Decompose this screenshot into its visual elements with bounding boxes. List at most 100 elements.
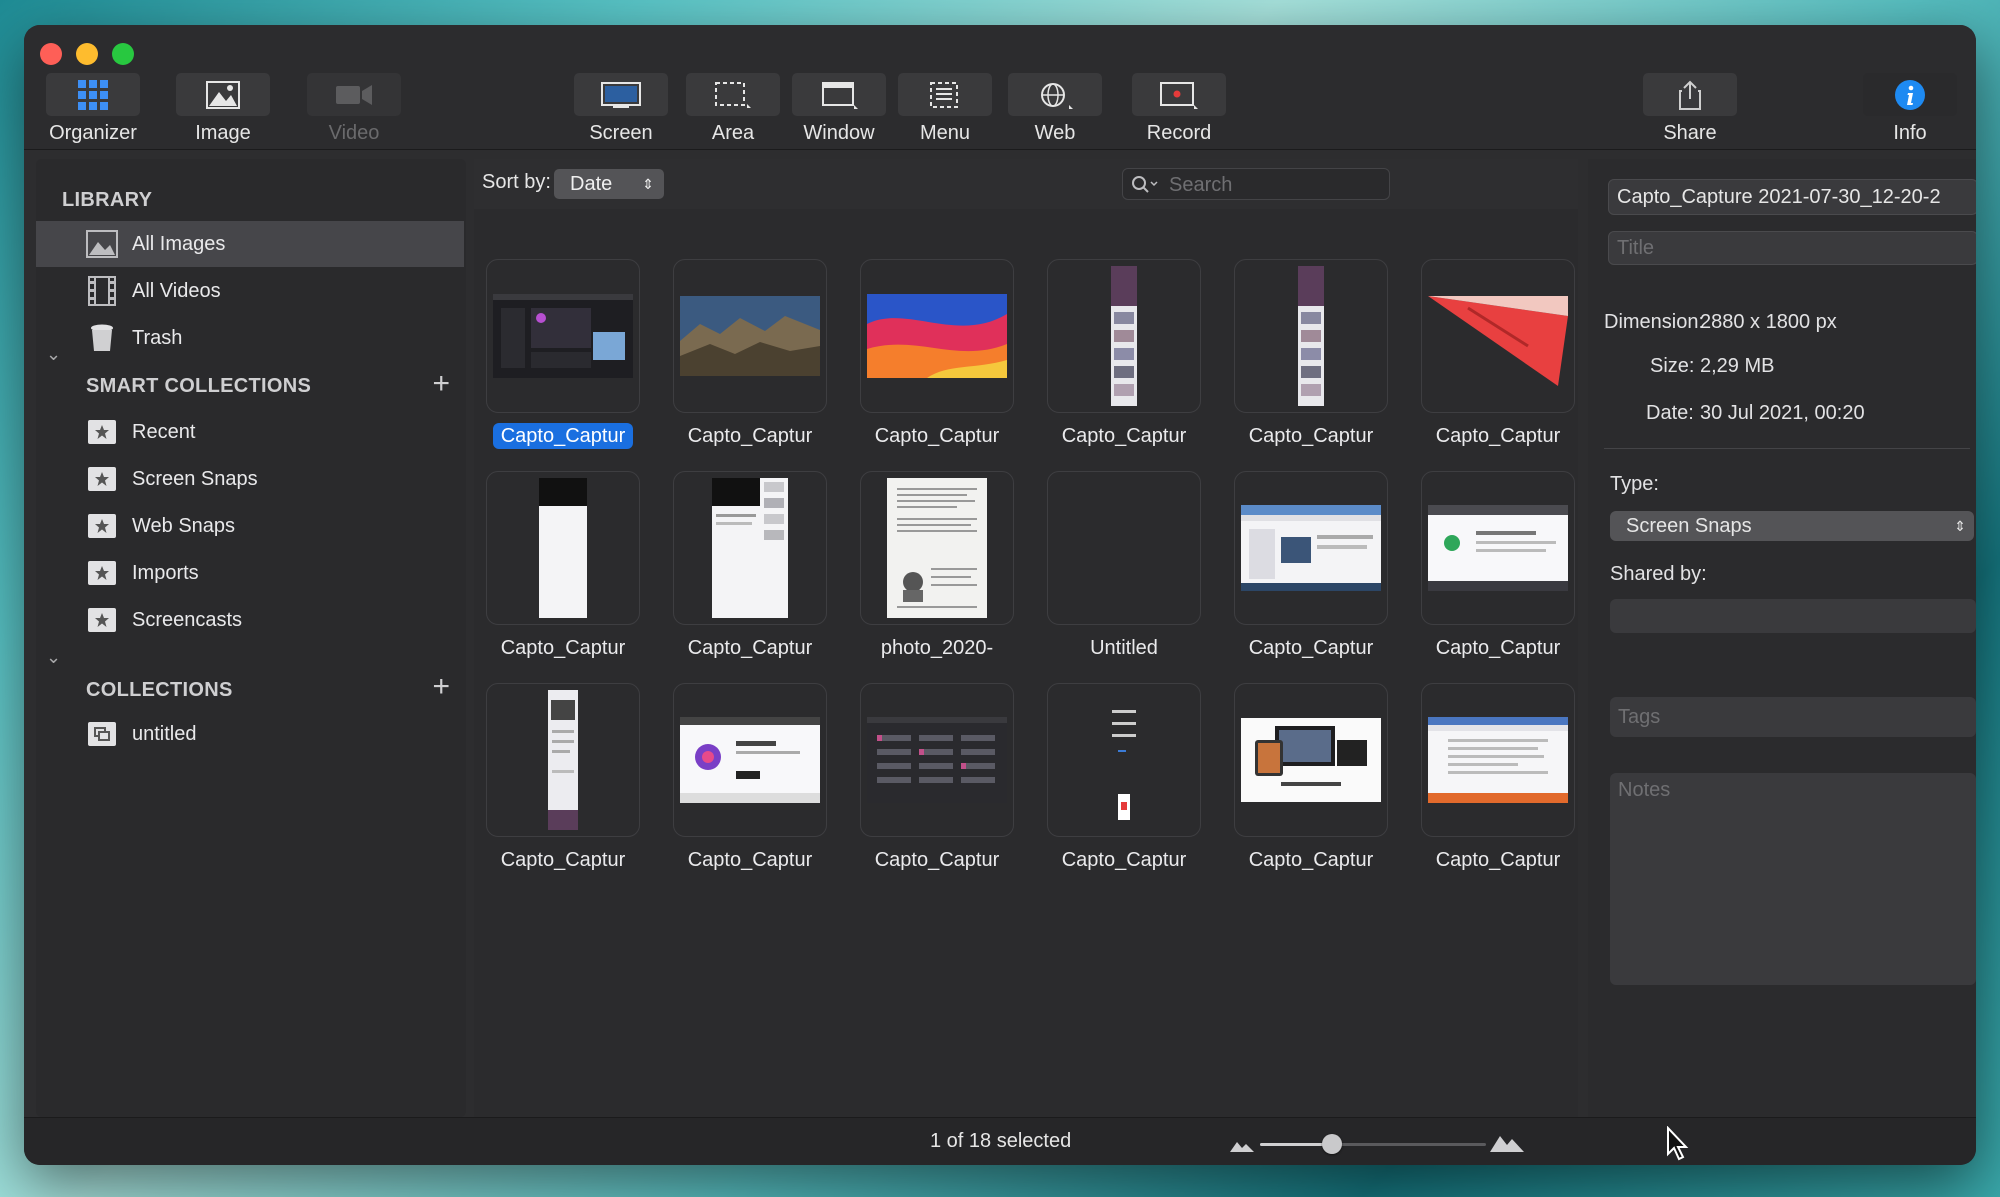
thumbnail[interactable] xyxy=(673,471,827,625)
screenshot-preview xyxy=(493,294,633,378)
tall-screenshot-preview xyxy=(548,690,578,830)
tags-field[interactable]: Tags xyxy=(1610,697,1976,737)
sort-value: Date xyxy=(570,173,613,195)
tall-screenshot-preview xyxy=(1111,266,1137,406)
thumbnail[interactable] xyxy=(1047,259,1201,413)
add-collection-button[interactable]: + xyxy=(432,672,450,702)
sidebar-item-screen-snaps[interactable]: Screen Snaps xyxy=(36,456,464,502)
toolbar-label: Organizer xyxy=(49,122,137,144)
thumbnail-label: Capto_Captur xyxy=(1435,849,1561,871)
search-field[interactable]: Search xyxy=(1122,168,1390,200)
thumbnail[interactable] xyxy=(1421,471,1575,625)
sidebar-item-label: All Videos xyxy=(132,279,221,302)
webpage-preview xyxy=(712,478,788,618)
date-value: 30 Jul 2021, 00:20 xyxy=(1700,402,1865,424)
thumbnail-label: photo_2020- xyxy=(880,637,994,659)
thumbnail[interactable] xyxy=(1421,259,1575,413)
trash-icon xyxy=(86,323,118,353)
thumbnail[interactable] xyxy=(1421,683,1575,837)
large-mountain-icon xyxy=(1490,1136,1524,1152)
thumbnail[interactable] xyxy=(673,259,827,413)
filename-field[interactable]: Capto_Capture 2021-07-30_12-20-2 xyxy=(1608,179,1976,215)
share-icon xyxy=(1643,73,1737,116)
smart-collections-chevron-icon[interactable]: ⌄ xyxy=(46,344,61,365)
devices-preview xyxy=(1241,718,1381,802)
mountains-preview xyxy=(680,296,820,376)
smart-collections-title: SMART COLLECTIONS xyxy=(86,375,312,397)
thumbnail-label: Capto_Captur xyxy=(687,849,813,871)
sidebar-item-label: Recent xyxy=(132,420,196,443)
thumbnail[interactable] xyxy=(1234,471,1388,625)
size-value: 2,29 MB xyxy=(1700,355,1775,377)
title-field[interactable]: Title xyxy=(1608,231,1976,265)
thumbnail-label: Capto_Captur xyxy=(1248,849,1374,871)
thumbnail[interactable] xyxy=(860,471,1014,625)
window-icon xyxy=(792,73,886,116)
sidebar-item-all-videos[interactable]: All Videos xyxy=(36,268,464,314)
zoom-slider[interactable] xyxy=(1260,1134,1486,1154)
star-folder-icon xyxy=(86,558,118,588)
toolbar-label: Video xyxy=(328,122,380,144)
sidebar-item-screencasts[interactable]: Screencasts xyxy=(36,597,464,643)
toolbar-image-button[interactable]: Image xyxy=(176,73,270,145)
minimize-window-button[interactable] xyxy=(76,43,98,65)
toolbar-web-button[interactable]: Web xyxy=(1008,73,1102,145)
close-window-button[interactable] xyxy=(40,43,62,65)
thumbnail[interactable] xyxy=(860,259,1014,413)
toolbar-window-button[interactable]: Window xyxy=(792,73,886,145)
sidebar-item-imports[interactable]: Imports xyxy=(36,550,464,596)
sort-select[interactable]: Date ⇕ xyxy=(554,169,664,199)
toolbar-share-button[interactable]: Share xyxy=(1643,73,1737,145)
toolbar-label: Area xyxy=(711,122,755,144)
toolbar-video-button[interactable]: Video xyxy=(307,73,401,145)
type-label: Type: xyxy=(1610,473,1659,495)
tall-screenshot-preview xyxy=(1298,266,1324,406)
thumbnail[interactable] xyxy=(860,683,1014,837)
browser-screenshot-preview xyxy=(1241,505,1381,591)
zoom-window-button[interactable] xyxy=(112,43,134,65)
type-select[interactable]: Screen Snaps ⇕ xyxy=(1610,511,1974,541)
add-smart-collection-button[interactable]: + xyxy=(432,369,450,399)
shared-by-field[interactable] xyxy=(1610,599,1976,633)
image-browser: Sort by: Date ⇕ Search Capto_Captur Capt… xyxy=(474,159,1578,1117)
webpage-preview xyxy=(680,717,820,803)
thumbnail[interactable] xyxy=(1047,683,1201,837)
toolbar-label: Window xyxy=(803,122,875,144)
toolbar-screen-button[interactable]: Screen xyxy=(574,73,668,145)
toolbar-label: Info xyxy=(1893,122,1927,144)
sidebar-item-trash[interactable]: Trash xyxy=(36,315,464,361)
library-section-title: LIBRARY xyxy=(62,189,153,211)
thumbnail[interactable] xyxy=(1047,471,1201,625)
sidebar-item-web-snaps[interactable]: Web Snaps xyxy=(36,503,464,549)
thumbnail[interactable] xyxy=(1234,259,1388,413)
sidebar-item-untitled[interactable]: untitled xyxy=(36,711,464,757)
star-folder-icon xyxy=(86,605,118,635)
sort-bar: Sort by: Date ⇕ Search xyxy=(474,159,1578,209)
sidebar-item-label: Imports xyxy=(132,561,199,584)
thumbnail[interactable] xyxy=(673,683,827,837)
thumbnail[interactable] xyxy=(486,259,640,413)
toolbar-area-button[interactable]: Area xyxy=(686,73,780,145)
zoom-slider-knob[interactable] xyxy=(1322,1134,1342,1154)
divider xyxy=(1604,448,1970,449)
toolbar-organizer-button[interactable]: Organizer xyxy=(46,73,140,145)
thumbnail-label: Capto_Captur xyxy=(1061,849,1187,871)
date-label: Date: xyxy=(1646,402,1694,424)
toolbar-record-button[interactable]: Record xyxy=(1132,73,1226,145)
thumbnail[interactable] xyxy=(486,683,640,837)
notes-field[interactable]: Notes xyxy=(1610,773,1976,985)
search-placeholder: Search xyxy=(1169,174,1233,196)
toolbar-menu-button[interactable]: Menu xyxy=(898,73,992,145)
collections-chevron-icon[interactable]: ⌄ xyxy=(46,647,61,668)
sidebar-item-label: Screencasts xyxy=(132,608,243,631)
thumbnail[interactable] xyxy=(486,471,640,625)
document-preview xyxy=(887,478,987,618)
collection-folder-icon xyxy=(86,719,118,749)
sidebar-item-recent[interactable]: Recent xyxy=(36,409,464,455)
thumbnail[interactable] xyxy=(1234,683,1388,837)
thumbnail-label: Capto_Captur xyxy=(473,423,653,449)
thumbnail-label: Capto_Captur xyxy=(1435,637,1561,659)
toolbar-info-button[interactable]: Info xyxy=(1863,73,1957,145)
sidebar-item-all-images[interactable]: All Images xyxy=(36,221,464,267)
film-icon xyxy=(86,276,118,306)
